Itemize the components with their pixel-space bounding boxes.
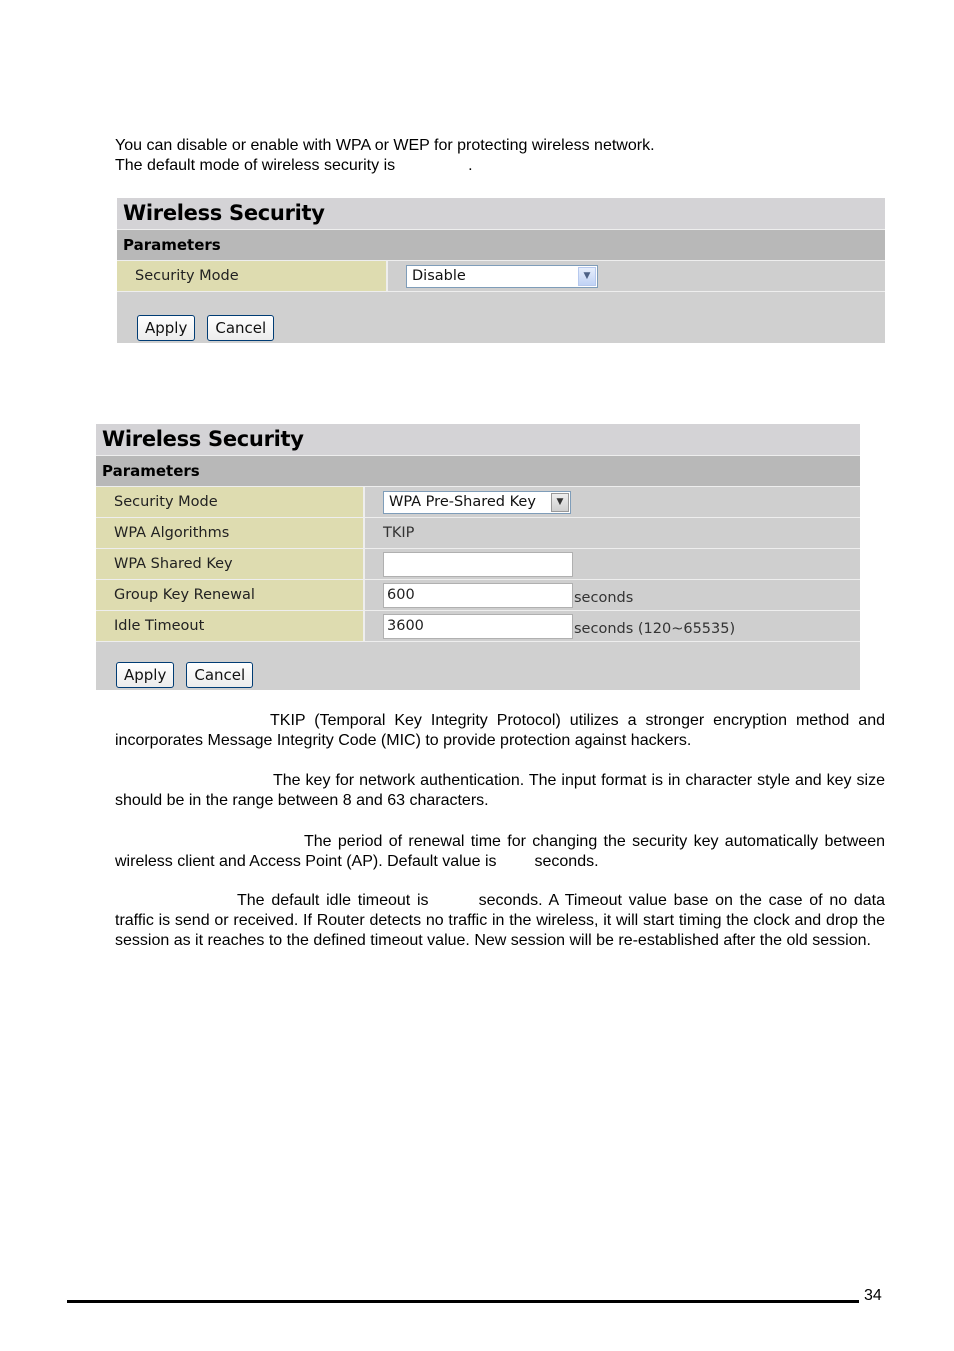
- apply-button[interactable]: Apply: [137, 315, 196, 341]
- wireless-security-panel-wpa: Wireless Security Parameters Security Mo…: [96, 424, 860, 690]
- intro-line-1: You can disable or enable with WPA or WE…: [115, 137, 655, 154]
- panel-title: Wireless Security: [96, 424, 860, 456]
- intro-text: You can disable or enable with WPA or WE…: [115, 136, 655, 176]
- idle-timeout-row: Idle Timeout 3600 seconds (120~65535): [96, 611, 860, 642]
- group-key-renewal-description: The period of renewal time for changing …: [115, 833, 885, 870]
- security-mode-label: Security Mode: [117, 261, 388, 291]
- wpa-shared-key-row: WPA Shared Key: [96, 549, 860, 580]
- group-key-renewal-unit: seconds: [574, 590, 634, 606]
- idle-timeout-description: The default idle timeout is seconds. A Ti…: [115, 892, 886, 949]
- security-mode-select[interactable]: Disable ▼: [406, 264, 598, 288]
- idle-timeout-label: Idle Timeout: [96, 611, 365, 641]
- security-mode-select[interactable]: WPA Pre-Shared Key ▼: [383, 490, 571, 514]
- apply-button[interactable]: Apply: [116, 662, 175, 688]
- wpa-algorithms-row: WPA Algorithms TKIP: [96, 518, 860, 549]
- cancel-button[interactable]: Cancel: [186, 662, 254, 688]
- chevron-down-icon[interactable]: ▼: [578, 266, 596, 286]
- footer-rule: [67, 1300, 859, 1303]
- group-key-renewal-label: Group Key Renewal: [96, 580, 365, 610]
- panel-title: Wireless Security: [117, 198, 885, 230]
- security-mode-label: Security Mode: [96, 487, 365, 517]
- group-key-renewal-row: Group Key Renewal 600 seconds: [96, 580, 860, 611]
- cancel-button[interactable]: Cancel: [207, 315, 275, 341]
- wpa-algorithms-value: TKIP: [365, 518, 860, 548]
- idle-timeout-input[interactable]: 3600: [383, 613, 573, 639]
- wireless-security-panel-disabled: Wireless Security Parameters Security Mo…: [117, 198, 885, 343]
- security-mode-row: Security Mode WPA Pre-Shared Key ▼: [96, 487, 860, 518]
- security-mode-row: Security Mode Disable ▼: [117, 261, 885, 292]
- chevron-down-icon[interactable]: ▼: [551, 492, 569, 512]
- panel-subtitle: Parameters: [96, 456, 860, 487]
- page-number: 34: [864, 1287, 882, 1304]
- wpa-shared-key-input[interactable]: [383, 551, 573, 577]
- wpa-algorithms-label: WPA Algorithms: [96, 518, 365, 548]
- wpa-shared-key-label: WPA Shared Key: [96, 549, 365, 579]
- idle-timeout-unit: seconds (120~65535): [574, 621, 736, 637]
- wpa-algorithms-description: TKIP (Temporal Key Integrity Protocol) u…: [115, 712, 885, 749]
- intro-line-2: The default mode of wireless security is…: [115, 157, 473, 174]
- group-key-renewal-input[interactable]: 600: [383, 582, 573, 608]
- wpa-shared-key-description: The key for network authentication. The …: [115, 772, 885, 809]
- panel-subtitle: Parameters: [117, 230, 885, 261]
